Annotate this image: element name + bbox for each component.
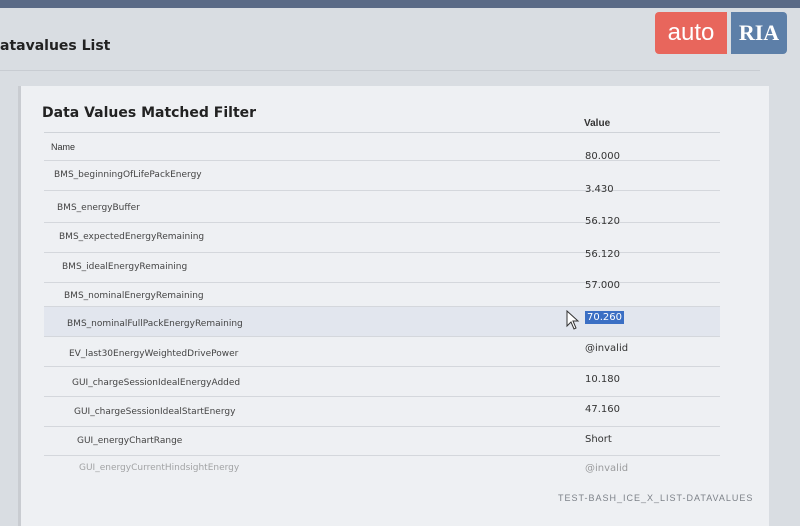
row-value: 56.120	[585, 249, 620, 260]
row-value: 56.120	[585, 216, 620, 227]
auto-logo: auto	[655, 12, 727, 54]
page-title: atavalues List	[0, 38, 111, 54]
row-value: 3.430	[585, 184, 614, 195]
header-divider	[0, 70, 760, 71]
table-header-divider	[44, 132, 720, 133]
row-value: 10.180	[585, 374, 620, 385]
panel-title: Data Values Matched Filter	[42, 105, 257, 121]
footer-test-id: TEST-BASH_ICE_X_LIST-DATAVALUES	[558, 493, 754, 503]
row-name: GUI_chargeSessionIdealStartEnergy	[74, 407, 236, 417]
row-name: BMS_idealEnergyRemaining	[62, 262, 188, 272]
row-name: GUI_energyCurrentHindsightEnergy	[79, 463, 240, 473]
row-name: GUI_energyChartRange	[77, 436, 183, 446]
row-name: BMS_nominalFullPackEnergyRemaining	[67, 319, 243, 329]
row-name: BMS_nominalEnergyRemaining	[64, 291, 204, 301]
row-name: BMS_expectedEnergyRemaining	[59, 232, 205, 242]
row-name: GUI_chargeSessionIdealEnergyAdded	[72, 378, 241, 388]
row-name: BMS_energyBuffer	[57, 203, 140, 213]
row-value: Short	[585, 434, 612, 445]
row-name: EV_last30EnergyWeightedDrivePower	[69, 349, 239, 359]
row-value: 70.260	[585, 311, 624, 324]
column-header-value[interactable]: Value	[584, 118, 610, 129]
column-header-name[interactable]: Name	[51, 142, 75, 152]
ria-logo: RIA	[731, 12, 787, 54]
window-top-bar	[0, 0, 800, 8]
row-value: @invalid	[585, 343, 629, 354]
row-value: 47.160	[585, 404, 620, 415]
row-value: @invalid	[585, 463, 629, 474]
mouse-cursor-icon	[566, 310, 580, 330]
row-value: 80.000	[585, 151, 620, 162]
row-name: BMS_beginningOfLifePackEnergy	[54, 170, 202, 180]
row-value: 57.000	[585, 280, 620, 291]
